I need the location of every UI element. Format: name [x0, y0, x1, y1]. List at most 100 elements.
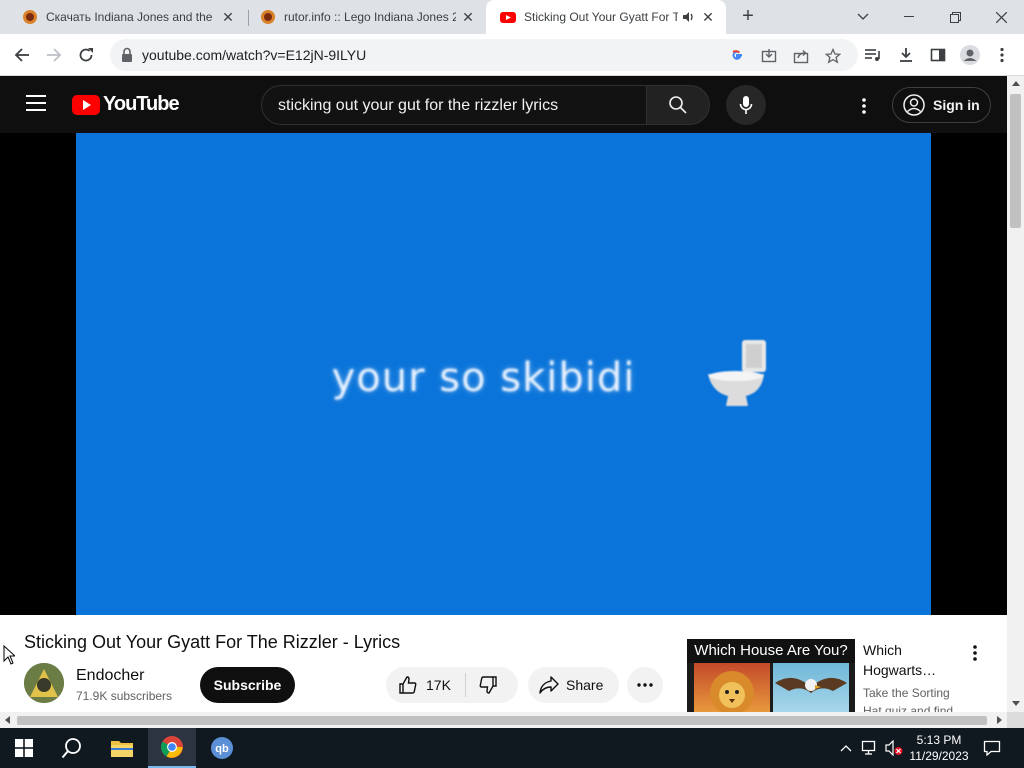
- ad-thumbnail[interactable]: Which House Are You?: [687, 639, 855, 713]
- folder-icon: [111, 741, 133, 757]
- torrent-site-icon: [261, 10, 275, 24]
- reload-button[interactable]: [74, 43, 98, 67]
- show-hidden-icons-chevron-icon[interactable]: [836, 738, 856, 758]
- microphone-icon: [739, 96, 753, 114]
- lock-icon[interactable]: [120, 47, 134, 63]
- guide-menu-icon[interactable]: [26, 95, 46, 111]
- search-query-text: sticking out your gut for the rizzler ly…: [278, 97, 559, 114]
- dislike-button[interactable]: [478, 675, 498, 695]
- windows-taskbar: qb 5:13 PM 11/29/2023: [0, 728, 1024, 768]
- settings-more-icon[interactable]: [852, 94, 876, 118]
- channel-name[interactable]: Endocher: [76, 667, 145, 685]
- scroll-left-arrow-icon[interactable]: [5, 716, 10, 724]
- youtube-favicon-icon: [500, 12, 516, 23]
- close-tab-icon[interactable]: ✕: [460, 9, 476, 25]
- notifications-icon[interactable]: [982, 738, 1002, 758]
- tab-youtube-video[interactable]: Sticking Out Your Gyatt For The Rizzler …: [486, 0, 726, 34]
- new-tab-button[interactable]: +: [736, 5, 760, 29]
- scroll-right-arrow-icon[interactable]: [997, 716, 1002, 724]
- thumbs-down-icon: [479, 676, 497, 694]
- youtube-logo-text: YouTube: [103, 93, 180, 115]
- address-bar[interactable]: youtube.com/watch?v=E12jN-9ILYU: [110, 39, 858, 71]
- close-tab-icon[interactable]: ✕: [220, 9, 236, 25]
- downloads-icon[interactable]: [896, 45, 916, 65]
- clock-time: 5:13 PM: [916, 733, 962, 747]
- tab-search-chevron-icon[interactable]: [840, 0, 886, 34]
- scroll-down-arrow-icon[interactable]: [1012, 701, 1020, 706]
- share-arrow-icon: [539, 676, 559, 694]
- like-count: 17K: [426, 677, 451, 693]
- back-button[interactable]: [10, 43, 34, 67]
- tab-rutor-lego-indiana-jones[interactable]: rutor.info :: Lego Indiana Jones 2 ✕: [246, 0, 486, 34]
- horizontal-scroll-thumb[interactable]: [17, 716, 987, 725]
- browser-tabstrip: Скачать Indiana Jones and the Emperor's …: [0, 0, 1024, 34]
- qbittorrent-icon: qb: [211, 737, 233, 759]
- video-player[interactable]: your so skibidi: [0, 133, 1007, 615]
- ad-title[interactable]: Which Hogwarts…: [863, 640, 963, 680]
- chrome-menu-icon[interactable]: [992, 45, 1012, 65]
- account-icon: [903, 94, 925, 116]
- start-button[interactable]: [0, 728, 48, 768]
- search-input[interactable]: sticking out your gut for the rizzler ly…: [261, 85, 647, 125]
- subscriber-count: 71.9K subscribers: [76, 689, 173, 703]
- scroll-up-arrow-icon[interactable]: [1012, 81, 1020, 86]
- media-controls-icon[interactable]: [863, 45, 883, 65]
- chrome-taskbar-button[interactable]: [148, 728, 196, 768]
- svg-text:qb: qb: [215, 743, 229, 755]
- share-label: Share: [566, 677, 604, 693]
- thumbs-up-icon: [399, 676, 417, 694]
- tab-indiana-jones-download[interactable]: Скачать Indiana Jones and the Emperor's …: [8, 0, 246, 34]
- audio-playing-icon[interactable]: [682, 10, 696, 24]
- more-actions-button[interactable]: [627, 667, 663, 703]
- video-frame[interactable]: your so skibidi: [76, 133, 931, 615]
- close-window-button[interactable]: [978, 0, 1024, 34]
- sign-in-label: Sign in: [933, 97, 980, 113]
- voice-search-button[interactable]: [726, 85, 766, 125]
- torrent-site-icon: [23, 10, 37, 24]
- like-button[interactable]: 17K: [386, 675, 465, 695]
- system-clock[interactable]: 5:13 PM 11/29/2023: [906, 732, 972, 764]
- volume-muted-icon[interactable]: [884, 738, 904, 758]
- chrome-icon: [161, 736, 183, 758]
- side-panel-icon[interactable]: [928, 45, 948, 65]
- toilet-emoji-icon: [708, 340, 766, 406]
- like-dislike-group: 17K: [386, 667, 518, 703]
- lion-image: [694, 663, 770, 713]
- mouse-cursor-icon: [3, 645, 15, 665]
- file-explorer-button[interactable]: [98, 728, 146, 768]
- like-divider: [464, 673, 466, 697]
- qbittorrent-taskbar-button[interactable]: qb: [198, 728, 246, 768]
- share-button[interactable]: Share: [528, 667, 619, 703]
- forward-button[interactable]: [42, 43, 66, 67]
- install-app-icon[interactable]: [760, 47, 778, 65]
- scrollbar-corner: [1007, 712, 1024, 728]
- horizontal-scrollbar[interactable]: [0, 712, 1007, 728]
- restore-button[interactable]: [932, 0, 978, 34]
- url-text: youtube.com/watch?v=E12jN-9ILYU: [142, 47, 367, 63]
- search-icon: [61, 738, 81, 759]
- network-icon[interactable]: [860, 738, 880, 758]
- close-tab-icon[interactable]: ✕: [700, 9, 716, 25]
- ad-description: Take the Sorting Hat quiz and find: [863, 686, 954, 712]
- more-horizontal-icon: [637, 683, 653, 687]
- tab-title: Скачать Indiana Jones and the Emperor's …: [46, 10, 216, 24]
- subscribe-button[interactable]: Subscribe: [200, 667, 295, 703]
- vertical-scroll-thumb[interactable]: [1010, 94, 1021, 228]
- video-overlay-text: your so skibidi: [331, 355, 636, 401]
- ad-more-options-icon[interactable]: [963, 641, 987, 665]
- tab-title: Sticking Out Your Gyatt For The Rizzler …: [524, 10, 678, 24]
- channel-avatar[interactable]: [24, 663, 64, 703]
- taskbar-search-button[interactable]: [48, 728, 96, 768]
- profile-avatar-icon[interactable]: [960, 45, 980, 65]
- sign-in-button[interactable]: Sign in: [892, 87, 991, 123]
- clock-date: 11/29/2023: [909, 749, 969, 763]
- windows-logo-icon: [15, 739, 33, 757]
- bookmark-star-icon[interactable]: [824, 47, 842, 65]
- vertical-scrollbar[interactable]: [1007, 76, 1024, 712]
- search-button[interactable]: [646, 85, 710, 125]
- youtube-logo[interactable]: YouTube: [72, 93, 180, 116]
- eagle-image: [773, 663, 849, 713]
- minimize-button[interactable]: [886, 0, 932, 34]
- share-page-icon[interactable]: [792, 47, 810, 65]
- google-lens-icon[interactable]: [728, 47, 746, 65]
